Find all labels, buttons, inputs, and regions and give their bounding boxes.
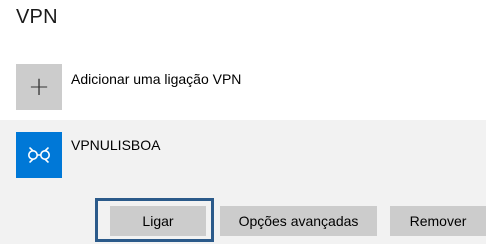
vpn-network-icon [28, 147, 50, 163]
advanced-options-button[interactable]: Opções avançadas [220, 206, 377, 236]
vpn-connection-name: VPNULISBOA [71, 137, 161, 153]
connect-button[interactable]: Ligar [110, 206, 206, 236]
vpn-connection-tile [16, 132, 62, 178]
remove-button[interactable]: Remover [390, 206, 486, 236]
page-title: VPN [16, 6, 58, 28]
plus-icon: + [28, 72, 50, 102]
add-vpn-connection[interactable]: + Adicionar uma ligação VPN [16, 64, 241, 110]
vpn-connection-item[interactable]: VPNULISBOA Ligar Opções avançadas Remove… [0, 120, 486, 244]
add-vpn-label[interactable]: Adicionar uma ligação VPN [71, 71, 241, 87]
add-vpn-tile[interactable]: + [16, 64, 62, 110]
